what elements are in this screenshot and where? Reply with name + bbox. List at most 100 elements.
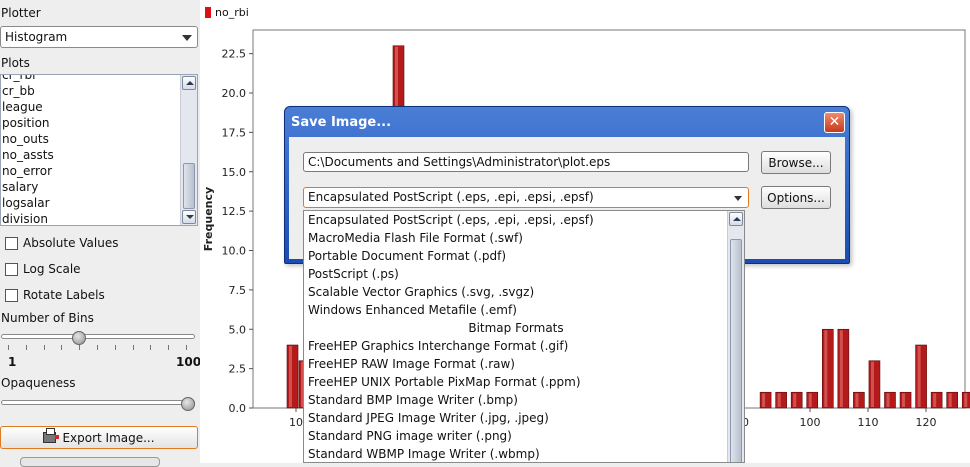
y-tick-label: 12.5: [222, 205, 247, 218]
opaqueness-slider-track[interactable]: [1, 400, 195, 405]
histogram-bar: [821, 328, 834, 409]
histogram-bar: [775, 391, 787, 409]
y-tick-label: 2.5: [229, 363, 247, 376]
slider-tick: [132, 345, 134, 350]
rotate-labels-checkbox[interactable]: [5, 288, 18, 302]
histogram-bar: [868, 360, 881, 409]
format-option[interactable]: FreeHEP RAW Image Format (.raw): [308, 355, 515, 373]
y-tick-label: 0.0: [229, 402, 247, 415]
bins-slider-track[interactable]: [1, 334, 195, 339]
y-tick-label: 5.0: [229, 323, 247, 336]
bar-highlight: [902, 393, 906, 407]
format-select[interactable]: Encapsulated PostScript (.eps, .epi, .ep…: [303, 187, 749, 208]
plots-list[interactable]: cr_rbi cr_bb league position no_outs no_assts…: [0, 74, 198, 226]
plots-list-item[interactable]: no_outs: [1, 131, 181, 147]
plots-list-item[interactable]: no_error: [1, 163, 181, 179]
bar-highlight: [839, 330, 843, 407]
histogram-bar: [946, 391, 959, 409]
format-option[interactable]: PostScript (.ps): [308, 265, 399, 283]
browse-button[interactable]: Browse...: [761, 151, 831, 174]
bar-highlight: [917, 346, 921, 407]
left-panel: Plotter Histogram Plots cr_rbi cr_bb leagu…: [0, 0, 202, 463]
format-option[interactable]: FreeHEP UNIX Portable PixMap Format (.pp…: [308, 373, 581, 391]
slider-tick: [43, 345, 45, 350]
printer-icon: [43, 428, 60, 443]
slider-tick: [25, 345, 27, 350]
format-list-scrollbar[interactable]: [727, 211, 744, 462]
plots-list-item[interactable]: logsalar: [1, 195, 181, 211]
rotate-labels-label: Rotate Labels: [23, 288, 105, 302]
y-axis-label: Frequency: [202, 187, 215, 251]
y-tick-label: 17.5: [222, 126, 247, 139]
slider-tick: [79, 345, 81, 350]
plots-items: cr_rbi cr_bb league position no_outs no_assts…: [1, 75, 181, 225]
scroll-thumb[interactable]: [183, 163, 195, 209]
slider-tick: [114, 345, 116, 350]
format-option[interactable]: Windows Enhanced Metafile (.emf): [308, 301, 517, 319]
plots-list-item[interactable]: position: [1, 115, 181, 131]
format-option[interactable]: Portable Document Format (.pdf): [308, 247, 506, 265]
scroll-down-icon[interactable]: [182, 210, 196, 224]
plots-list-item[interactable]: cr_rbi: [1, 75, 181, 83]
log-scale-checkbox[interactable]: [5, 262, 18, 276]
format-option[interactable]: Standard JPEG Image Writer (.jpg, .jpeg): [308, 409, 549, 427]
histogram-bar: [837, 328, 850, 409]
plotter-select[interactable]: Histogram: [0, 26, 198, 48]
format-option[interactable]: Scalable Vector Graphics (.svg, .svgz): [308, 283, 534, 301]
format-select-value: Encapsulated PostScript (.eps, .epi, .ep…: [308, 190, 594, 204]
slider-tick: [8, 345, 9, 350]
close-icon[interactable]: ✕: [824, 112, 845, 133]
format-option[interactable]: Encapsulated PostScript (.eps, .epi, .ep…: [308, 211, 594, 229]
bottom-tab[interactable]: [20, 457, 160, 467]
log-scale-option[interactable]: Log Scale: [5, 260, 81, 278]
histogram-bar: [806, 391, 819, 409]
format-option[interactable]: Standard PNG image writer (.png): [308, 427, 512, 445]
bar-highlight: [824, 330, 828, 407]
bar-highlight: [762, 393, 766, 407]
plots-list-item[interactable]: division: [1, 211, 181, 225]
x-tick-label: 120: [916, 416, 937, 429]
format-option[interactable]: MacroMedia Flash File Format (.swf): [308, 229, 523, 247]
legend-label: no_rbi: [215, 6, 249, 19]
format-option[interactable]: Standard WBMP Image Writer (.wbmp): [308, 445, 540, 462]
plots-list-item[interactable]: salary: [1, 179, 181, 195]
absolute-values-option[interactable]: Absolute Values: [5, 234, 118, 252]
number-of-bins-label: Number of Bins: [1, 311, 94, 325]
scroll-thumb[interactable]: [730, 239, 742, 462]
x-tick-label: 10: [289, 416, 303, 429]
bins-slider-thumb[interactable]: [71, 331, 86, 345]
plots-list-item[interactable]: cr_bb: [1, 83, 181, 99]
scroll-up-icon[interactable]: [182, 76, 196, 90]
plots-list-item[interactable]: league: [1, 99, 181, 115]
plots-list-item[interactable]: no_assts: [1, 147, 181, 163]
absolute-values-checkbox[interactable]: [5, 236, 18, 250]
slider-tick: [168, 345, 170, 350]
bins-max-label: 100: [176, 355, 202, 369]
chevron-down-icon: [734, 196, 742, 201]
y-tick-label: 7.5: [229, 284, 247, 297]
file-path-field[interactable]: C:\Documents and Settings\Administrator\…: [303, 152, 749, 172]
bar-highlight: [855, 393, 859, 407]
format-group-header: Bitmap Formats: [468, 321, 564, 335]
rotate-labels-option[interactable]: Rotate Labels: [5, 286, 105, 304]
format-option[interactable]: FreeHEP Graphics Interchange Format (.gi…: [308, 337, 568, 355]
opaqueness-slider-thumb[interactable]: [181, 397, 195, 411]
legend-swatch: [205, 7, 211, 18]
options-button[interactable]: Options...: [761, 186, 831, 209]
format-dropdown-list[interactable]: Encapsulated PostScript (.eps, .epi, .ep…: [303, 210, 745, 463]
export-image-button[interactable]: Export Image...: [0, 426, 198, 449]
plots-scrollbar[interactable]: [180, 75, 197, 225]
histogram-bar: [759, 391, 772, 409]
plotter-label: Plotter: [1, 6, 41, 20]
bar-highlight: [948, 393, 952, 407]
histogram-bar: [930, 391, 943, 409]
scroll-up-icon[interactable]: [729, 212, 743, 226]
chart-legend: no_rbi: [205, 6, 249, 19]
histogram-bar: [915, 344, 927, 409]
dialog-title: Save Image...: [291, 115, 392, 130]
slider-tick: [186, 345, 187, 350]
format-option[interactable]: Standard BMP Image Writer (.bmp): [308, 391, 518, 409]
plotter-select-value: Histogram: [5, 30, 68, 44]
bar-highlight: [964, 393, 968, 407]
slider-tick: [150, 345, 152, 350]
